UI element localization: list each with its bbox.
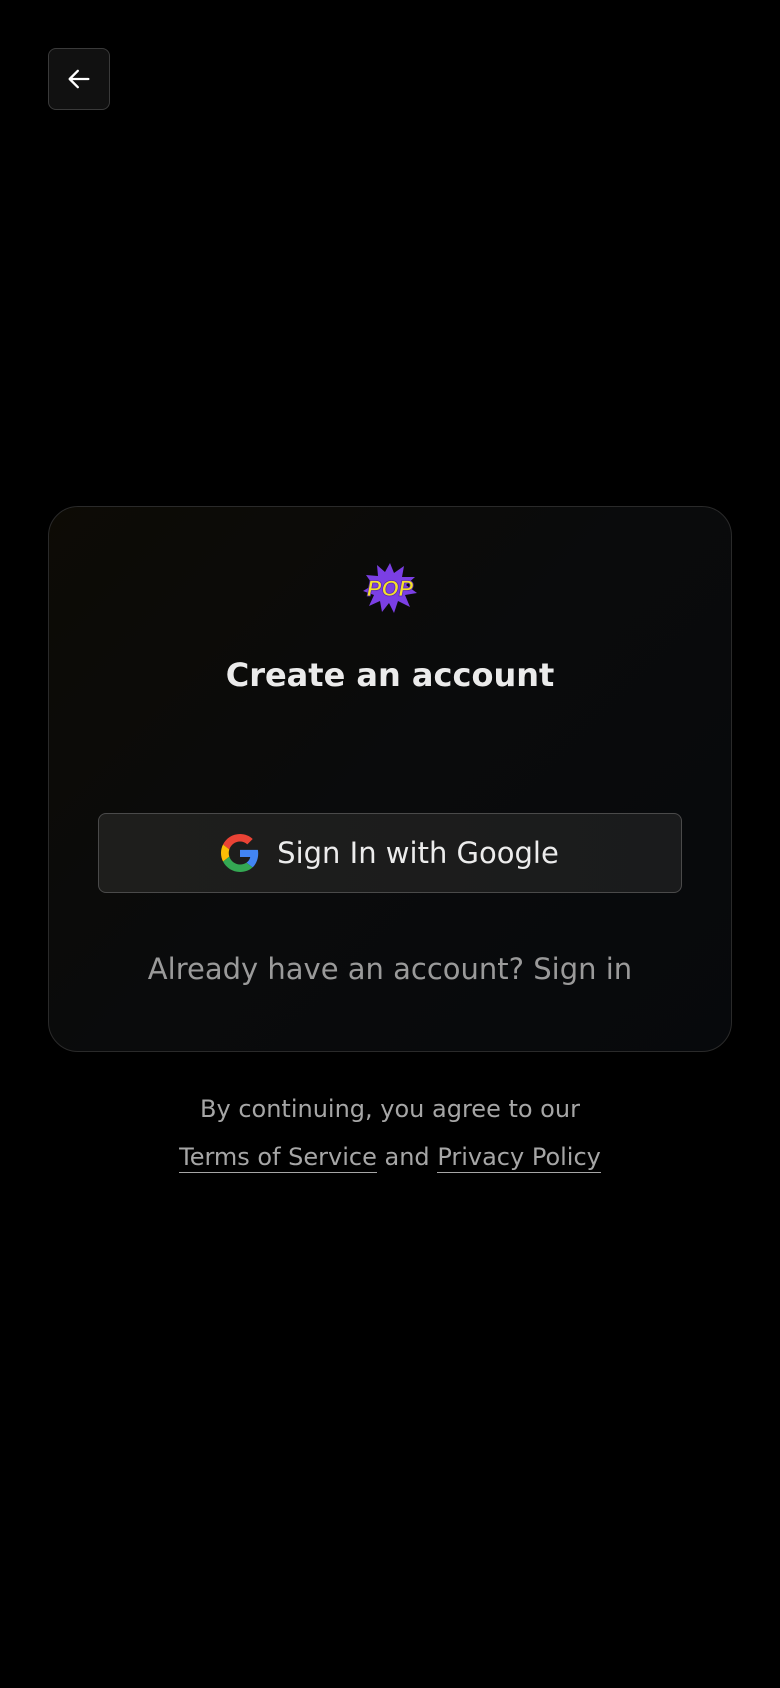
back-button[interactable] (48, 48, 110, 110)
pop-logo: POP (363, 563, 417, 613)
sign-in-with-google-button[interactable]: Sign In with Google (98, 813, 682, 893)
and-text: and (384, 1143, 430, 1171)
sign-in-link[interactable]: Already have an account? Sign in (49, 951, 731, 987)
signup-screen: POP Create an account Sign In with Googl… (0, 0, 780, 1688)
arrow-left-icon (68, 69, 90, 89)
google-button-label: Sign In with Google (277, 836, 559, 870)
legal-text: By continuing, you agree to our (200, 1095, 580, 1123)
google-icon (221, 834, 259, 872)
card-title: Create an account (225, 656, 555, 694)
svg-text:POP: POP (367, 576, 414, 601)
privacy-policy-link[interactable]: Privacy Policy (437, 1143, 601, 1173)
signup-card: POP Create an account Sign In with Googl… (48, 506, 732, 1052)
terms-of-service-link[interactable]: Terms of Service (179, 1143, 377, 1173)
legal-links: Terms of Service and Privacy Policy (0, 1140, 780, 1174)
